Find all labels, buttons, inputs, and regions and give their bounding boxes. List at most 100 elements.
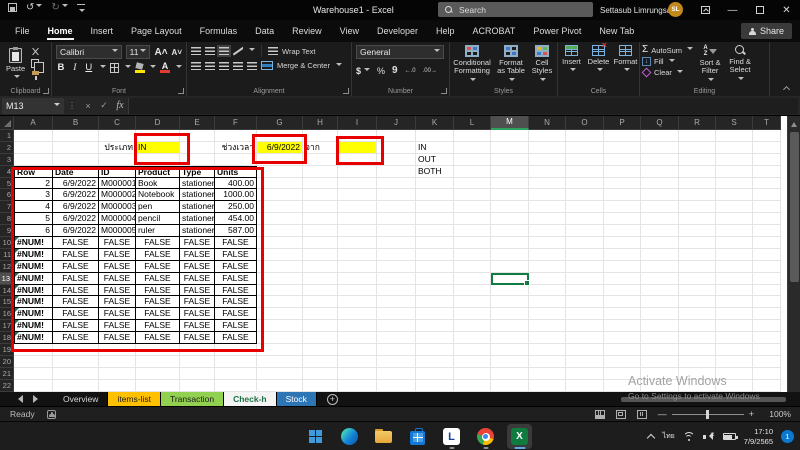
- cell-E19[interactable]: [180, 344, 215, 356]
- cell-M15[interactable]: [491, 296, 529, 308]
- cell-Q1[interactable]: [641, 130, 679, 142]
- cell-O8[interactable]: [566, 213, 604, 225]
- cell-I6[interactable]: [338, 189, 377, 201]
- cell-S17[interactable]: [716, 320, 753, 332]
- cell-H22[interactable]: [303, 380, 338, 392]
- cell-M16[interactable]: [491, 308, 529, 320]
- user-name[interactable]: Settasub Limrungsan: [600, 6, 676, 15]
- cell-K4[interactable]: BOTH: [416, 166, 454, 178]
- cell-L19[interactable]: [454, 344, 491, 356]
- cell-J21[interactable]: [377, 368, 416, 380]
- cell-C8[interactable]: M000004: [99, 213, 136, 225]
- cell-G19[interactable]: [257, 344, 303, 356]
- cell-M12[interactable]: [491, 261, 529, 273]
- cell-O19[interactable]: [566, 344, 604, 356]
- cell-R14[interactable]: [679, 285, 716, 297]
- font-name-combo[interactable]: Calibri: [56, 45, 122, 59]
- cell-B19[interactable]: [53, 344, 99, 356]
- cell-F13[interactable]: FALSE: [215, 273, 257, 285]
- cell-T3[interactable]: [753, 154, 781, 166]
- cell-F17[interactable]: FALSE: [215, 320, 257, 332]
- cell-S8[interactable]: [716, 213, 753, 225]
- cell-B7[interactable]: 6/9/2022: [53, 201, 99, 213]
- cell-J9[interactable]: [377, 225, 416, 237]
- orientation-icon[interactable]: [233, 46, 243, 56]
- cell-F10[interactable]: FALSE: [215, 237, 257, 249]
- cell-I19[interactable]: [338, 344, 377, 356]
- cell-K13[interactable]: [416, 273, 454, 285]
- cell-T1[interactable]: [753, 130, 781, 142]
- cell-H12[interactable]: [303, 261, 338, 273]
- cell-A3[interactable]: [14, 154, 53, 166]
- cell-K15[interactable]: [416, 296, 454, 308]
- search-box[interactable]: Search: [438, 2, 593, 17]
- cell-A6[interactable]: 3: [14, 189, 53, 201]
- cell-G18[interactable]: [257, 332, 303, 344]
- sheet-tab-overview[interactable]: Overview: [54, 392, 108, 406]
- cell-O1[interactable]: [566, 130, 604, 142]
- row-header-2[interactable]: 2: [0, 142, 14, 154]
- copy-icon[interactable]: [31, 59, 39, 68]
- cell-P13[interactable]: [604, 273, 641, 285]
- cell-T9[interactable]: [753, 225, 781, 237]
- cell-R8[interactable]: [679, 213, 716, 225]
- cell-K17[interactable]: [416, 320, 454, 332]
- cell-E14[interactable]: FALSE: [180, 285, 215, 297]
- cell-I20[interactable]: [338, 356, 377, 368]
- col-header-R[interactable]: R: [679, 116, 716, 130]
- cell-L15[interactable]: [454, 296, 491, 308]
- increase-indent-icon[interactable]: [247, 62, 257, 70]
- cell-H21[interactable]: [303, 368, 338, 380]
- cell-I8[interactable]: [338, 213, 377, 225]
- cell-G4[interactable]: [257, 166, 303, 178]
- wrap-text-icon[interactable]: [268, 47, 278, 55]
- cell-B1[interactable]: [53, 130, 99, 142]
- cell-M18[interactable]: [491, 332, 529, 344]
- normal-view-icon[interactable]: [595, 410, 605, 419]
- cell-O20[interactable]: [566, 356, 604, 368]
- col-header-Q[interactable]: Q: [641, 116, 679, 130]
- cell-A19[interactable]: [14, 344, 53, 356]
- zoom-thumb[interactable]: [706, 410, 709, 419]
- cell-P8[interactable]: [604, 213, 641, 225]
- cell-B17[interactable]: FALSE: [53, 320, 99, 332]
- cell-F18[interactable]: FALSE: [215, 332, 257, 344]
- col-header-K[interactable]: K: [416, 116, 454, 130]
- cell-M11[interactable]: [491, 249, 529, 261]
- cell-S2[interactable]: [716, 142, 753, 154]
- cell-M2[interactable]: [491, 142, 529, 154]
- cell-A17[interactable]: #NUM!: [14, 320, 53, 332]
- cell-D4[interactable]: Product: [136, 166, 180, 178]
- cell-F3[interactable]: [215, 154, 257, 166]
- cell-P10[interactable]: [604, 237, 641, 249]
- cell-P4[interactable]: [604, 166, 641, 178]
- cell-E13[interactable]: FALSE: [180, 273, 215, 285]
- col-header-T[interactable]: T: [753, 116, 781, 130]
- minimize-button[interactable]: —: [719, 0, 746, 20]
- cell-G10[interactable]: [257, 237, 303, 249]
- cell-H20[interactable]: [303, 356, 338, 368]
- col-header-A[interactable]: A: [14, 116, 53, 130]
- cell-E20[interactable]: [180, 356, 215, 368]
- row-header-21[interactable]: 21: [0, 368, 14, 380]
- cell-D5[interactable]: Book: [136, 178, 180, 190]
- row-header-11[interactable]: 11: [0, 249, 14, 261]
- cell-N22[interactable]: [529, 380, 566, 392]
- prev-sheet-icon[interactable]: [14, 395, 23, 403]
- cell-G7[interactable]: [257, 201, 303, 213]
- cell-L13[interactable]: [454, 273, 491, 285]
- cell-Q17[interactable]: [641, 320, 679, 332]
- ribbon-tab-page-layout[interactable]: Page Layout: [122, 20, 191, 42]
- cell-E3[interactable]: [180, 154, 215, 166]
- cell-I3[interactable]: [338, 154, 377, 166]
- cell-P3[interactable]: [604, 154, 641, 166]
- cell-S20[interactable]: [716, 356, 753, 368]
- cell-H6[interactable]: [303, 189, 338, 201]
- cell-O12[interactable]: [566, 261, 604, 273]
- cell-A10[interactable]: #NUM!: [14, 237, 53, 249]
- cell-C3[interactable]: [99, 154, 136, 166]
- cell-S10[interactable]: [716, 237, 753, 249]
- cell-R22[interactable]: [679, 380, 716, 392]
- cell-J12[interactable]: [377, 261, 416, 273]
- cell-J19[interactable]: [377, 344, 416, 356]
